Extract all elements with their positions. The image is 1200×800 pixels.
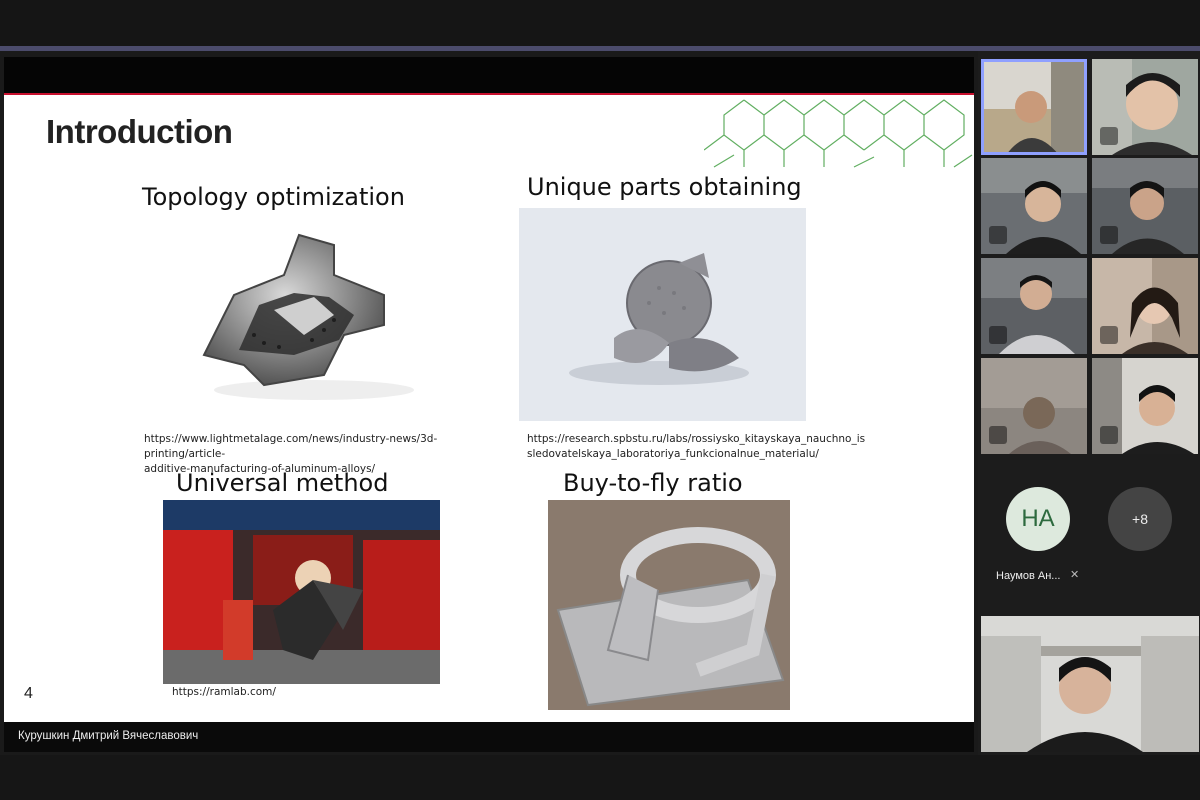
universal-method-image <box>163 500 440 684</box>
speaker-name: Курушкин Дмитрий Вячеславович <box>18 730 199 742</box>
unique-part-image <box>519 208 806 421</box>
presentation-header-bar <box>4 57 974 93</box>
decorative-pattern <box>704 99 973 168</box>
more-count: +8 <box>1132 511 1148 527</box>
avatar-initials: HA <box>1021 505 1055 532</box>
mic-off-icon <box>989 426 1007 444</box>
participant-tile-6[interactable] <box>1092 258 1198 354</box>
bottom-toolbar <box>0 755 1200 800</box>
slide-title: Introduction <box>46 113 233 150</box>
more-participants-button[interactable]: +8 <box>1108 487 1172 551</box>
participant-tile-5[interactable] <box>981 258 1087 354</box>
url-unique-parts: https://research.spbstu.ru/labs/rossiysk… <box>527 432 866 462</box>
participant-tile-2[interactable] <box>1092 59 1198 155</box>
mic-off-icon <box>989 326 1007 344</box>
mic-off-icon <box>1100 226 1118 244</box>
top-toolbar <box>0 0 1200 46</box>
mic-off-icon <box>1100 426 1118 444</box>
speaker-name-bar: Курушкин Дмитрий Вячеславович <box>4 722 974 752</box>
topology-part-image <box>184 215 424 405</box>
participant-tile-8[interactable] <box>1092 358 1198 454</box>
caption-buy-to-fly: Buy-to-fly ratio <box>563 469 743 497</box>
participant-tile-7[interactable] <box>981 358 1087 454</box>
participant-tile-presenter[interactable] <box>981 59 1087 155</box>
mic-off-icon <box>989 226 1007 244</box>
url-unique-line1: https://research.spbstu.ru/labs/rossiysk… <box>527 433 866 445</box>
participant-avatar-ha[interactable]: HA <box>1006 487 1070 551</box>
participant-tile-self[interactable] <box>981 616 1199 752</box>
url-universal-method: https://ramlab.com/ <box>172 686 276 698</box>
buy-to-fly-image <box>548 500 790 710</box>
participant-tile-3[interactable] <box>981 158 1087 254</box>
caption-unique-parts: Unique parts obtaining <box>527 173 802 201</box>
mic-off-icon <box>1100 326 1118 344</box>
url-unique-line2: sledovatelskaya_laboratoriya_funkcionaln… <box>527 448 819 460</box>
participant-name-naumov: Наумов Ан... <box>996 570 1061 582</box>
caption-universal-method: Universal method <box>176 469 389 497</box>
slide-number: 4 <box>24 685 33 702</box>
shared-slide: Introduction Topology optimization https… <box>4 93 974 724</box>
caption-topology-optimization: Topology optimization <box>142 183 405 211</box>
participant-tile-4[interactable] <box>1092 158 1198 254</box>
mic-off-icon: ✕ <box>1070 569 1080 581</box>
mic-off-icon <box>1100 127 1118 145</box>
url-topology-line1: https://www.lightmetalage.com/news/indus… <box>144 433 438 460</box>
